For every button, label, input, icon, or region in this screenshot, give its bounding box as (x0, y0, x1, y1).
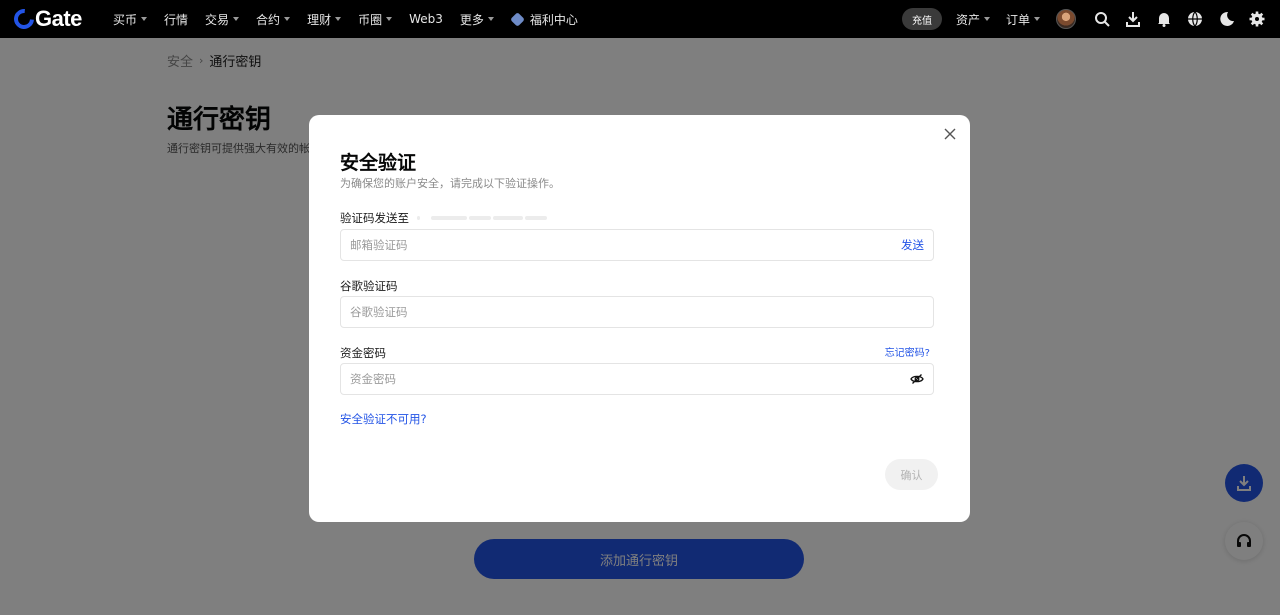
download-icon[interactable] (1125, 11, 1141, 27)
chevron-down-icon (983, 17, 990, 21)
nav-item-web3[interactable]: Web3 (409, 12, 443, 26)
nav-item-more[interactable]: 更多 (460, 11, 494, 28)
logo-text: Gate (35, 6, 82, 31)
verification-unavailable-link[interactable]: 安全验证不可用? (340, 411, 427, 427)
fund-password-label: 资金密码 (340, 346, 386, 360)
gift-icon (510, 11, 525, 27)
orders-menu[interactable]: 订单 (1006, 11, 1040, 28)
forgot-password-link[interactable]: 忘记密码? (885, 344, 930, 359)
nav-label: 福利中心 (529, 12, 578, 27)
bell-icon[interactable] (1156, 11, 1172, 27)
modal-title: 安全验证 (340, 152, 417, 174)
nav-item-trade[interactable]: 交易 (205, 11, 240, 28)
google-code-field (340, 296, 934, 328)
nav-label: 买币 (113, 12, 138, 27)
fund-password-field (340, 363, 934, 395)
moon-icon[interactable] (1218, 11, 1234, 27)
globe-icon[interactable] (1187, 11, 1203, 27)
avatar[interactable] (1056, 9, 1076, 29)
email-code-field: 发送 (340, 229, 934, 261)
email-code-input[interactable] (350, 238, 901, 252)
chevron-down-icon (487, 17, 494, 21)
nav-item-community[interactable]: 币圈 (358, 11, 393, 28)
orders-label: 订单 (1005, 12, 1030, 27)
google-code-label: 谷歌验证码 (340, 279, 398, 293)
nav-item-rewards-hub[interactable]: 福利中心 (510, 11, 578, 28)
search-icon[interactable] (1094, 11, 1110, 27)
confirm-button[interactable]: 确认 (885, 459, 938, 490)
email-code-label: 验证码发送至 (340, 211, 409, 225)
nav-item-buy-crypto[interactable]: 买币 (113, 11, 148, 28)
main-nav: 买币 行情 交易 合约 理财 币圈 Web3 更多 福利中心 (113, 0, 595, 38)
fund-password-input[interactable] (350, 372, 910, 386)
nav-item-earn[interactable]: 理财 (307, 11, 342, 28)
google-code-input[interactable] (350, 305, 924, 319)
chevron-down-icon (335, 17, 342, 21)
nav-item-futures[interactable]: 合约 (256, 11, 291, 28)
assets-label: 资产 (955, 12, 980, 27)
nav-label: 理财 (307, 12, 332, 27)
chevron-down-icon (386, 17, 393, 21)
security-verification-modal: 安全验证 为确保您的账户安全，请完成以下验证操作。 验证码发送至 发送 谷歌验证… (309, 115, 970, 522)
gate-logo[interactable]: Gate (9, 4, 82, 34)
modal-subtitle: 为确保您的账户安全，请完成以下验证操作。 (340, 177, 560, 190)
eye-off-icon[interactable] (910, 372, 924, 386)
chevron-down-icon (141, 17, 148, 21)
nav-label: 币圈 (358, 12, 383, 27)
send-code-button[interactable]: 发送 (901, 237, 924, 253)
nav-label: Web3 (409, 12, 443, 26)
chevron-down-icon (1034, 17, 1040, 21)
top-navbar: Gate 买币 行情 交易 合约 理财 币圈 Web3 更多 福利中心 充值 资… (0, 0, 1280, 38)
gear-icon[interactable] (1249, 11, 1265, 27)
nav-item-markets[interactable]: 行情 (164, 11, 188, 28)
masked-email (417, 210, 557, 224)
chevron-down-icon (233, 17, 240, 21)
close-icon[interactable] (943, 127, 957, 141)
assets-menu[interactable]: 资产 (956, 11, 990, 28)
nav-label: 交易 (205, 12, 230, 27)
nav-label: 合约 (256, 12, 281, 27)
chevron-down-icon (284, 17, 291, 21)
nav-right: 充值 资产 订单 (901, 0, 1280, 38)
nav-label: 更多 (459, 12, 484, 27)
nav-label: 行情 (164, 12, 189, 27)
logo-mark-icon (9, 4, 39, 34)
deposit-button[interactable]: 充值 (901, 8, 942, 30)
